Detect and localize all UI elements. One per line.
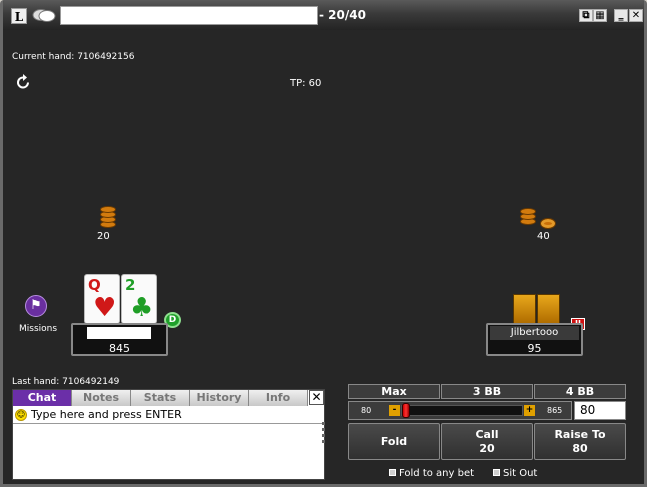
villain-face-down-cards xyxy=(513,294,561,324)
missions-icon[interactable]: ⚑ xyxy=(25,295,47,317)
club-suit-icon: ♣ xyxy=(130,293,154,323)
sit-out-label: Sit Out xyxy=(503,468,538,479)
tab-notes[interactable]: Notes xyxy=(72,390,131,406)
checkbox-icon[interactable] xyxy=(389,469,396,476)
title-bar: L - 20/40 ⧉ ▦ ‗ ✕ xyxy=(3,0,644,30)
call-button[interactable]: Call 20 xyxy=(441,423,533,460)
villain-bet-amount: 40 xyxy=(537,231,550,242)
tile-icon[interactable]: ▦ xyxy=(593,9,607,22)
chat-resize-grip-icon[interactable] xyxy=(322,422,326,446)
fold-label: Fold xyxy=(380,434,408,448)
slider-handle[interactable] xyxy=(402,403,410,418)
raise-label: Raise To xyxy=(554,427,606,441)
total-pot-label: TP: 60 xyxy=(290,78,322,89)
tab-info[interactable]: Info xyxy=(249,390,308,406)
card-rank: 2 xyxy=(125,276,136,294)
tab-history[interactable]: History xyxy=(190,390,249,406)
fold-any-bet-checkbox[interactable]: Fold to any bet xyxy=(389,468,474,479)
raise-button[interactable]: Raise To 80 xyxy=(534,423,626,460)
hero-card-2: 2 ♣ xyxy=(121,274,157,324)
stakes-label: - 20/40 xyxy=(319,8,366,22)
call-label: Call xyxy=(475,427,499,441)
hero-bet-chips-icon xyxy=(100,206,118,230)
chat-bubbles-icon[interactable] xyxy=(32,8,56,23)
bet-amount-input[interactable]: 80 xyxy=(574,401,626,420)
chat-input[interactable]: ☺ Type here and press ENTER xyxy=(13,407,324,424)
fold-button[interactable]: Fold xyxy=(348,423,440,460)
close-icon[interactable]: ✕ xyxy=(629,9,643,22)
card-back-icon xyxy=(537,294,560,324)
missions-label[interactable]: Missions xyxy=(19,324,57,334)
hero-card-1: Q ♥ xyxy=(84,274,120,324)
checkbox-icon[interactable] xyxy=(493,469,500,476)
chat-panel: Chat Notes Stats History Info ✕ ☺ Type h… xyxy=(12,389,325,480)
slider-min-label: 80 xyxy=(361,406,372,415)
chat-close-icon[interactable]: ✕ xyxy=(309,390,324,405)
hero-bet-amount: 20 xyxy=(97,231,110,242)
preset-max-button[interactable]: Max xyxy=(348,384,440,399)
villain-name: Jilbertooo xyxy=(490,326,579,340)
preset-3bb-button[interactable]: 3 BB xyxy=(441,384,533,399)
current-hand-label: Current hand: 7106492156 xyxy=(12,52,135,62)
minimize-icon[interactable]: ‗ xyxy=(614,9,628,22)
card-rank: Q xyxy=(88,276,101,294)
chat-tabs: Chat Notes Stats History Info xyxy=(13,390,308,406)
villain-seat-plate[interactable]: Jilbertooo 95 xyxy=(486,323,583,356)
refresh-icon[interactable] xyxy=(15,74,32,91)
sit-out-checkbox[interactable]: Sit Out xyxy=(493,468,537,479)
table-name-field[interactable] xyxy=(60,6,318,25)
slider-track[interactable] xyxy=(401,405,523,416)
heart-suit-icon: ♥ xyxy=(93,293,117,323)
bet-slider: 80 - + 865 xyxy=(348,401,572,420)
preset-4bb-button[interactable]: 4 BB xyxy=(534,384,626,399)
fold-any-bet-label: Fold to any bet xyxy=(399,468,475,479)
tab-stats[interactable]: Stats xyxy=(131,390,190,406)
chat-placeholder: Type here and press ENTER xyxy=(31,408,182,421)
last-hand-label[interactable]: Last hand: 7106492149 xyxy=(12,377,119,387)
slider-plus-button[interactable]: + xyxy=(524,405,535,416)
tab-chat[interactable]: Chat xyxy=(13,390,72,406)
slider-max-label: 865 xyxy=(547,406,563,415)
raise-amount: 80 xyxy=(572,441,588,455)
table-area: Current hand: 7106492156 TP: 60 20 40 ⚑ … xyxy=(3,30,644,484)
slider-minus-button[interactable]: - xyxy=(389,405,400,416)
hero-seat-plate[interactable]: 845 xyxy=(71,323,168,356)
restore-icon[interactable]: ⧉ xyxy=(579,9,593,22)
hero-name xyxy=(87,327,151,339)
smiley-icon[interactable]: ☺ xyxy=(15,409,27,421)
app-logo-icon[interactable]: L xyxy=(11,8,27,24)
card-back-icon xyxy=(513,294,536,324)
villain-stack: 95 xyxy=(527,342,542,355)
villain-bet-chips-icon xyxy=(520,208,558,232)
poker-table-window: L - 20/40 ⧉ ▦ ‗ ✕ Current hand: 71064921… xyxy=(0,0,647,487)
hero-stack: 845 xyxy=(109,342,130,355)
call-amount: 20 xyxy=(479,441,495,455)
